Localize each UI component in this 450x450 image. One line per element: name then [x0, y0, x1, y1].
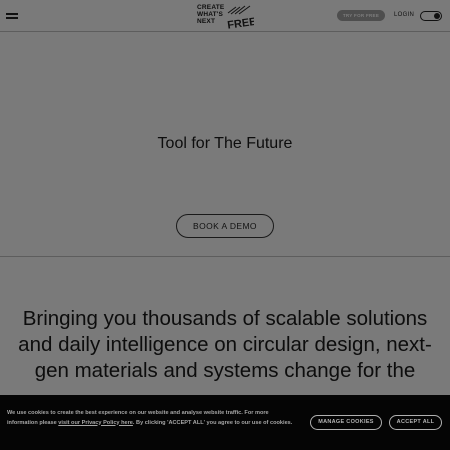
- badge-label: FREE: [227, 16, 254, 30]
- login-link[interactable]: LOGIN: [394, 12, 414, 18]
- mission-statement: Bringing you thousands of scalable solut…: [18, 307, 432, 382]
- cookie-banner: We use cookies to create the best experi…: [0, 395, 450, 450]
- logo-line-1: CREATE: [197, 4, 225, 11]
- privacy-policy-link[interactable]: visit our Privacy Policy here: [58, 420, 133, 426]
- theme-toggle[interactable]: [420, 11, 442, 21]
- free-badge-icon: FREE: [227, 5, 254, 30]
- site-header: CREATE WHAT'S NEXT FREE TRY FOR FREE LOG…: [0, 0, 450, 32]
- site-logo[interactable]: CREATE WHAT'S NEXT FREE: [197, 4, 257, 30]
- try-for-free-button[interactable]: TRY FOR FREE: [337, 10, 385, 21]
- logo-line-2: WHAT'S: [197, 11, 224, 18]
- logo-line-3: NEXT: [197, 18, 216, 25]
- hamburger-menu-icon[interactable]: [6, 10, 20, 20]
- hero-title: Tool for The Future: [157, 135, 293, 152]
- cookie-text-outro: . By clicking 'ACCEPT ALL' you agree to …: [132, 419, 293, 426]
- logo-wordmark: CREATE WHAT'S NEXT: [197, 4, 224, 25]
- menu-line: [6, 13, 18, 15]
- cookie-message: We use cookies to create the best experi…: [7, 409, 297, 428]
- hero-section: Tool for The Future BOOK A DEMO: [0, 32, 450, 257]
- book-demo-button[interactable]: BOOK A DEMO: [176, 214, 274, 238]
- toggle-knob: [434, 13, 440, 19]
- accept-all-button[interactable]: ACCEPT ALL: [389, 415, 442, 430]
- manage-cookies-button[interactable]: MANAGE COOKIES: [310, 415, 382, 430]
- menu-line: [6, 17, 18, 19]
